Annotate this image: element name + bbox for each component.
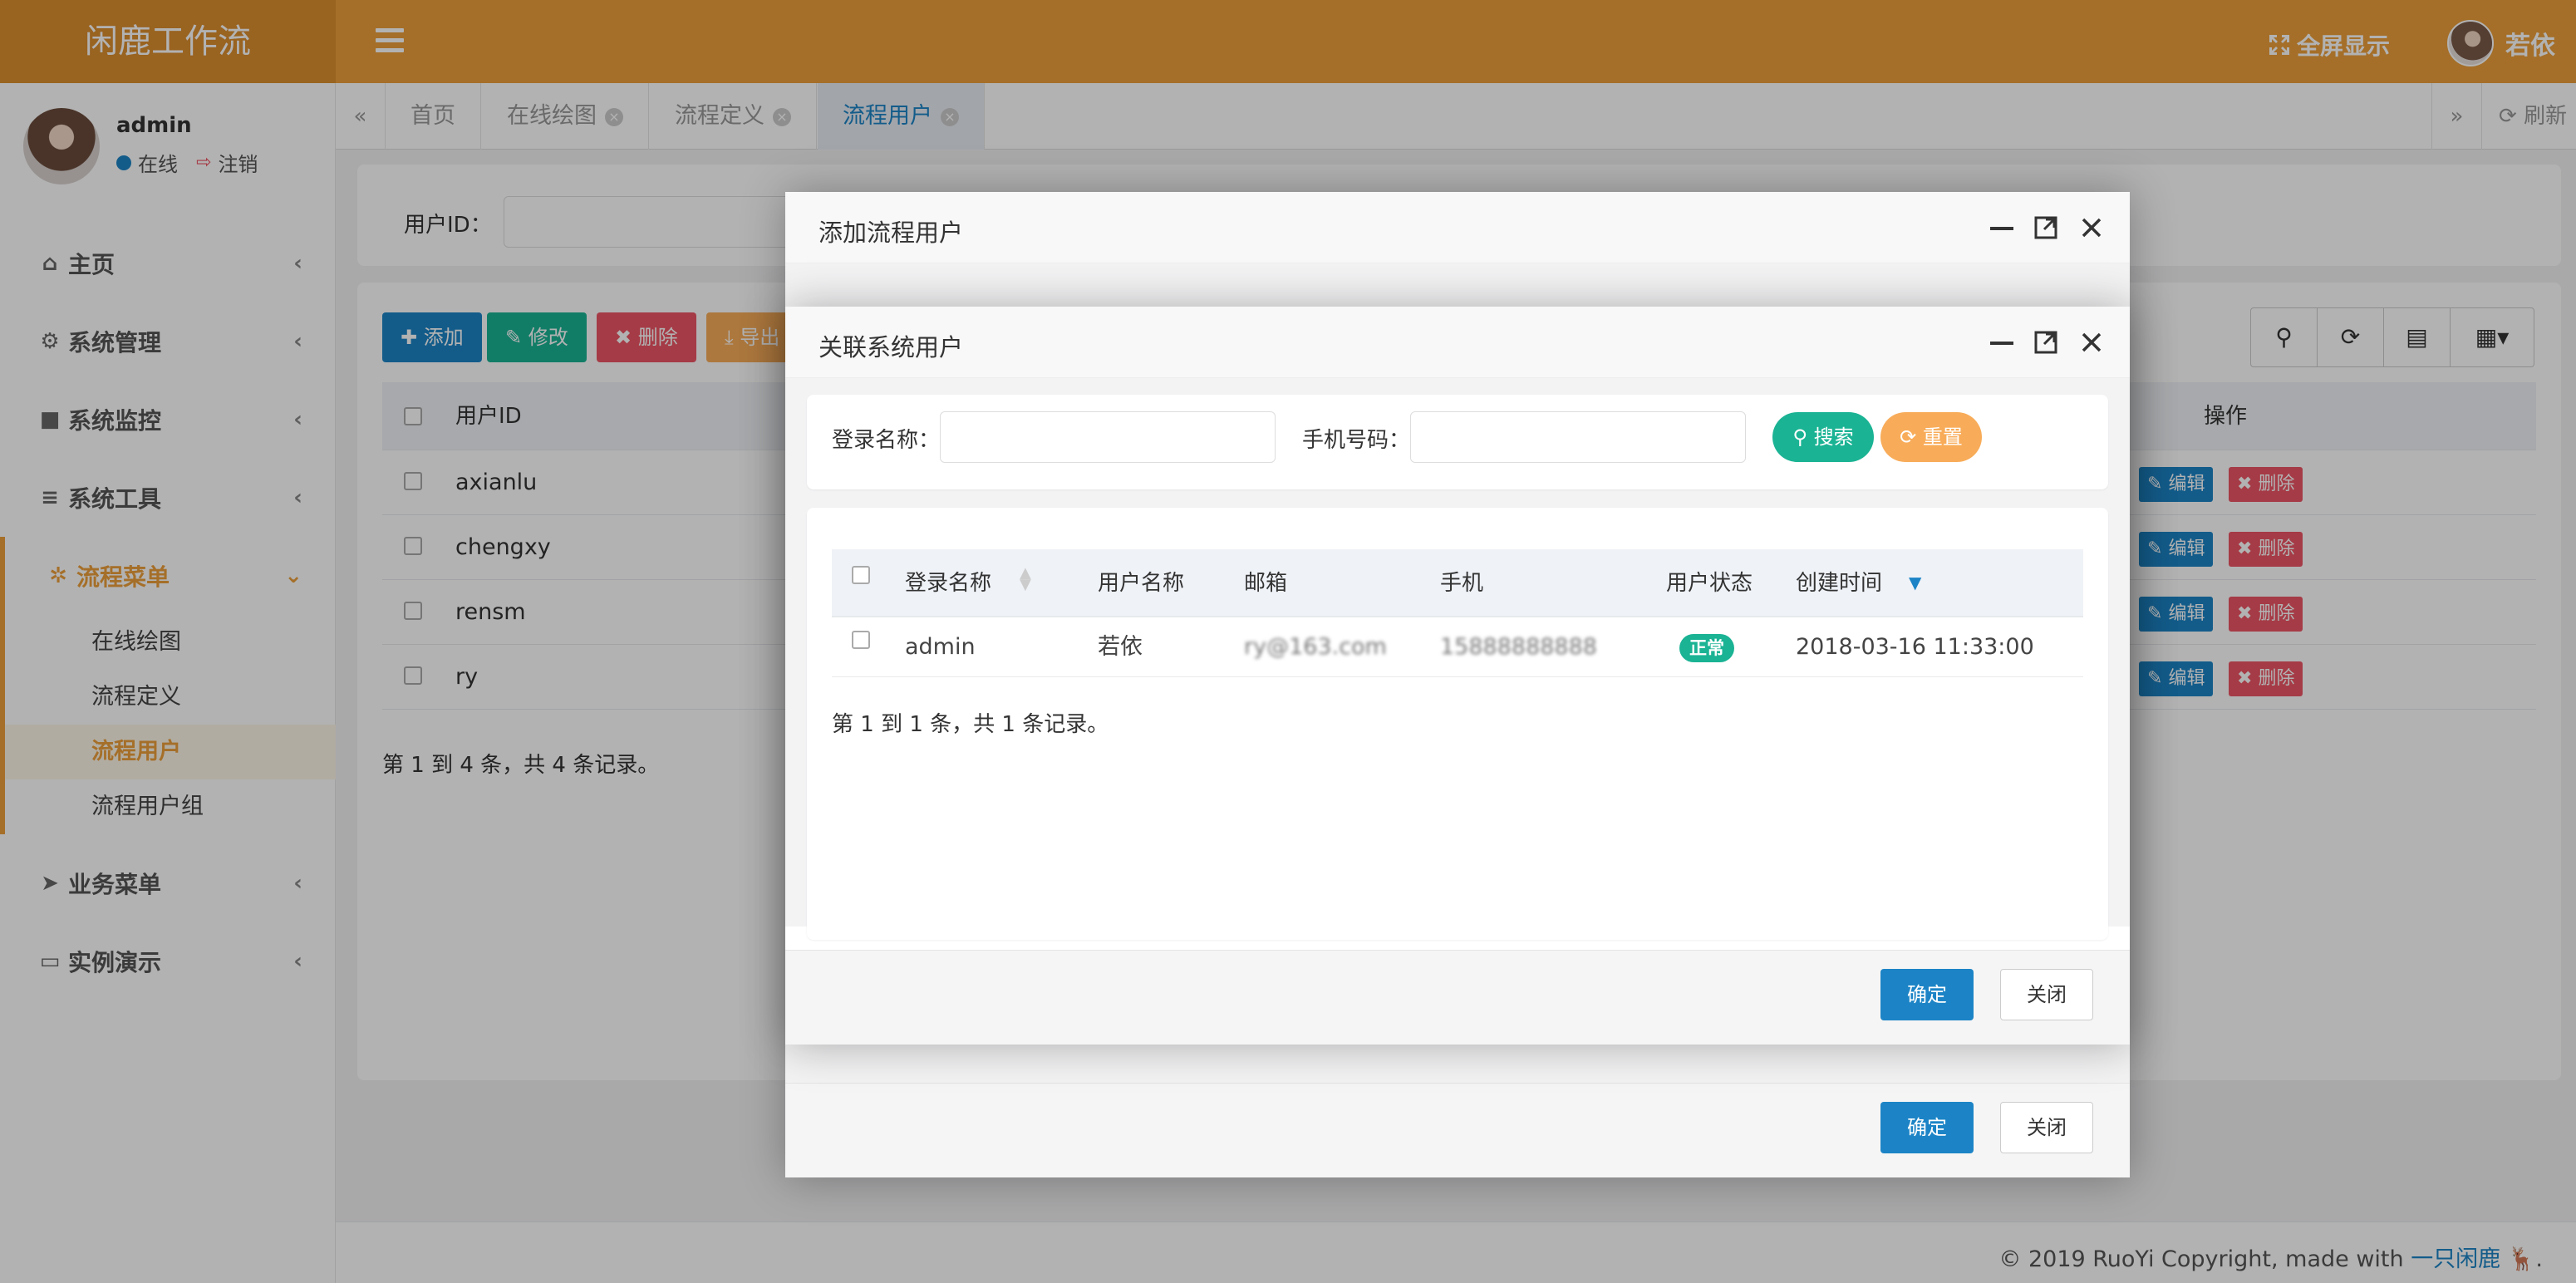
login-name-input[interactable]	[940, 411, 1276, 463]
column-email[interactable]: 邮箱	[1244, 549, 1287, 617]
dialog-footer: 确定 关闭	[785, 950, 2130, 1045]
close-icon[interactable]	[2077, 210, 2107, 243]
cell-email: ry@163.com	[1244, 634, 1387, 660]
column-user-name[interactable]: 用户名称	[1098, 549, 1184, 617]
search-label: 搜索	[1813, 425, 1854, 449]
search-button[interactable]: ⚲ 搜索	[1772, 412, 1874, 462]
cell-login-name: admin	[905, 634, 976, 660]
close-icon[interactable]	[2077, 325, 2107, 358]
select-all-checkbox[interactable]	[852, 566, 870, 584]
table-row[interactable]: admin 若依 ry@163.com 15888888888 正常 2018-…	[832, 617, 2083, 677]
login-name-label: 登录名称：	[832, 428, 941, 453]
search-form: 登录名称： 手机号码： ⚲ 搜索 ⟳ 重置	[807, 395, 2108, 489]
dialog-footer: 确定 关闭	[785, 1083, 2130, 1177]
dialog-title-bar[interactable]: 添加流程用户	[785, 192, 2130, 263]
phone-input[interactable]	[1410, 411, 1746, 463]
cell-created-time: 2018-03-16 11:33:00	[1796, 634, 2034, 660]
confirm-button[interactable]: 确定	[1880, 969, 1974, 1020]
reset-label: 重置	[1922, 425, 1963, 449]
maximize-icon[interactable]	[2032, 325, 2062, 358]
column-phone[interactable]: 手机	[1440, 549, 1483, 617]
minimize-icon[interactable]	[1987, 210, 2017, 243]
column-login-name[interactable]: 登录名称	[905, 549, 991, 617]
row-checkbox[interactable]	[852, 631, 870, 649]
minimize-icon[interactable]	[1987, 325, 2017, 358]
table-header: 登录名称 ▲ ▼ 用户名称 邮箱 手机 用户状态 创建时间 ▼	[832, 549, 2083, 617]
reset-button[interactable]: ⟳ 重置	[1880, 412, 1982, 462]
user-table-panel: 登录名称 ▲ ▼ 用户名称 邮箱 手机 用户状态 创建时间 ▼ admin 若依 …	[807, 508, 2108, 940]
sort-icon[interactable]: ▲ ▼	[1020, 566, 1031, 592]
maximize-icon[interactable]	[2032, 210, 2062, 243]
dialog-title-bar[interactable]: 关联系统用户	[785, 307, 2130, 378]
close-button[interactable]: 关闭	[2000, 1102, 2093, 1153]
status-badge: 正常	[1679, 634, 1734, 662]
cell-phone: 15888888888	[1440, 634, 1597, 660]
dialog-title: 关联系统用户	[819, 333, 964, 361]
column-created-time[interactable]: 创建时间	[1796, 549, 1882, 617]
column-status[interactable]: 用户状态	[1666, 549, 1753, 617]
sort-desc-icon[interactable]: ▼	[1909, 573, 1921, 592]
phone-label: 手机号码：	[1302, 428, 1411, 453]
link-system-user-dialog: 关联系统用户 登录名称： 手机号码： ⚲ 搜索 ⟳ 重置 登录名称 ▲ ▼ 用户名…	[785, 307, 2130, 1045]
dialog-title: 添加流程用户	[819, 219, 964, 247]
close-button[interactable]: 关闭	[2000, 969, 2093, 1020]
dialog-body: 登录名称： 手机号码： ⚲ 搜索 ⟳ 重置 登录名称 ▲ ▼ 用户名称 邮箱 手机…	[785, 378, 2130, 940]
pagination-info: 第 1 到 1 条，共 1 条记录。	[832, 712, 1109, 737]
cell-user-name: 若依	[1098, 634, 1143, 660]
confirm-button[interactable]: 确定	[1880, 1102, 1974, 1153]
